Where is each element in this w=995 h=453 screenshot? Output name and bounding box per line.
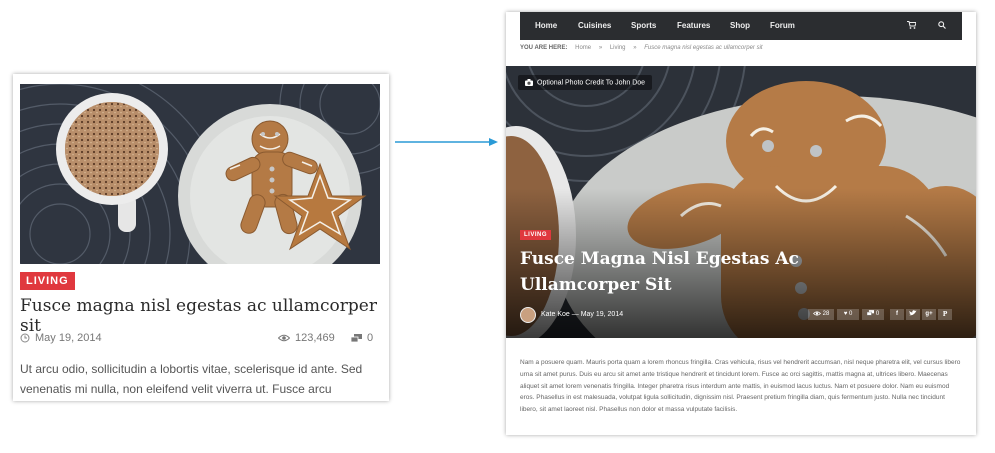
breadcrumb-home[interactable]: Home — [575, 45, 591, 51]
eye-icon — [278, 334, 290, 342]
card-date: May 19, 2014 — [20, 332, 102, 344]
breadcrumb-separator: » — [598, 45, 603, 51]
author-byline[interactable]: Kate Koe — May 19, 2014 — [541, 311, 623, 318]
breadcrumb-current: Fusce magna nisl egestas ac ullamcorper … — [644, 45, 763, 51]
likes-stat[interactable]: ♥ 0 — [837, 309, 859, 320]
post-card[interactable]: LIVING Fusce magna nisl egestas ac ullam… — [13, 74, 389, 401]
card-views: 123,469 — [278, 332, 335, 344]
breadcrumb: YOU ARE HERE: Home » Living » Fusce magn… — [520, 45, 962, 59]
card-views-count: 123,469 — [295, 332, 335, 344]
comments-icon — [351, 333, 362, 342]
pinterest-icon[interactable]: P — [938, 309, 952, 320]
photo-credit: Optional Photo Credit To John Doe — [518, 75, 653, 91]
hero-category-badge[interactable]: LIVING — [520, 230, 552, 240]
breadcrumb-separator: » — [633, 45, 637, 51]
category-badge[interactable]: LIVING — [20, 272, 75, 290]
article-preview: Home Cuisines Sports Features Shop Forum… — [506, 12, 976, 435]
cart-icon[interactable] — [907, 21, 916, 29]
card-title[interactable]: Fusce magna nisl egestas ac ullamcorper … — [20, 296, 382, 336]
nav-item-features[interactable]: Features — [677, 21, 710, 30]
nav-item-shop[interactable]: Shop — [730, 21, 750, 30]
card-comments-count: 0 — [367, 332, 374, 344]
card-comments[interactable]: 0 — [351, 332, 373, 344]
top-nav: Home Cuisines Sports Features Shop Forum — [520, 12, 962, 40]
comments-count: 0 — [875, 311, 880, 317]
views-stat: 28 — [808, 309, 834, 320]
views-count: 28 — [822, 311, 830, 317]
nav-item-forum[interactable]: Forum — [770, 21, 795, 30]
photo-credit-text: Optional Photo Credit To John Doe — [537, 79, 646, 87]
article-body: Nam a posuere quam. Mauris porta quam a … — [520, 359, 961, 414]
likes-count: 0 — [848, 311, 853, 317]
nav-item-sports[interactable]: Sports — [631, 21, 656, 30]
hero-image: Optional Photo Credit To John Doe LIVING… — [506, 66, 976, 338]
twitter-bird-glyph — [909, 310, 917, 316]
comments-stat[interactable]: 0 — [862, 309, 884, 320]
arrow-right-icon — [395, 138, 498, 146]
comments-icon — [866, 310, 874, 316]
card-featured-image[interactable] — [20, 84, 380, 264]
google-plus-icon[interactable]: g+ — [922, 309, 936, 320]
breadcrumb-label: YOU ARE HERE: — [520, 45, 568, 51]
clock-icon — [20, 333, 30, 343]
cookies-coffee-image — [20, 84, 380, 264]
breadcrumb-living[interactable]: Living — [610, 45, 626, 51]
card-meta: May 19, 2014 123,469 0 — [20, 332, 375, 346]
camera-icon — [525, 79, 533, 86]
search-icon[interactable] — [938, 21, 946, 29]
nav-item-cuisines[interactable]: Cuisines — [578, 21, 611, 30]
avatar[interactable] — [520, 307, 536, 323]
facebook-icon[interactable]: f — [890, 309, 904, 320]
nav-item-home[interactable]: Home — [535, 21, 557, 30]
card-excerpt: Ut arcu odio, sollicitudin a lobortis vi… — [20, 362, 363, 396]
article-title: Fusce Magna Nisl Egestas Ac Ullamcorper … — [520, 249, 799, 295]
eye-icon — [812, 311, 821, 316]
heart-icon: ♥ — [843, 311, 848, 317]
twitter-icon[interactable] — [906, 309, 920, 320]
card-date-text: May 19, 2014 — [35, 332, 102, 344]
